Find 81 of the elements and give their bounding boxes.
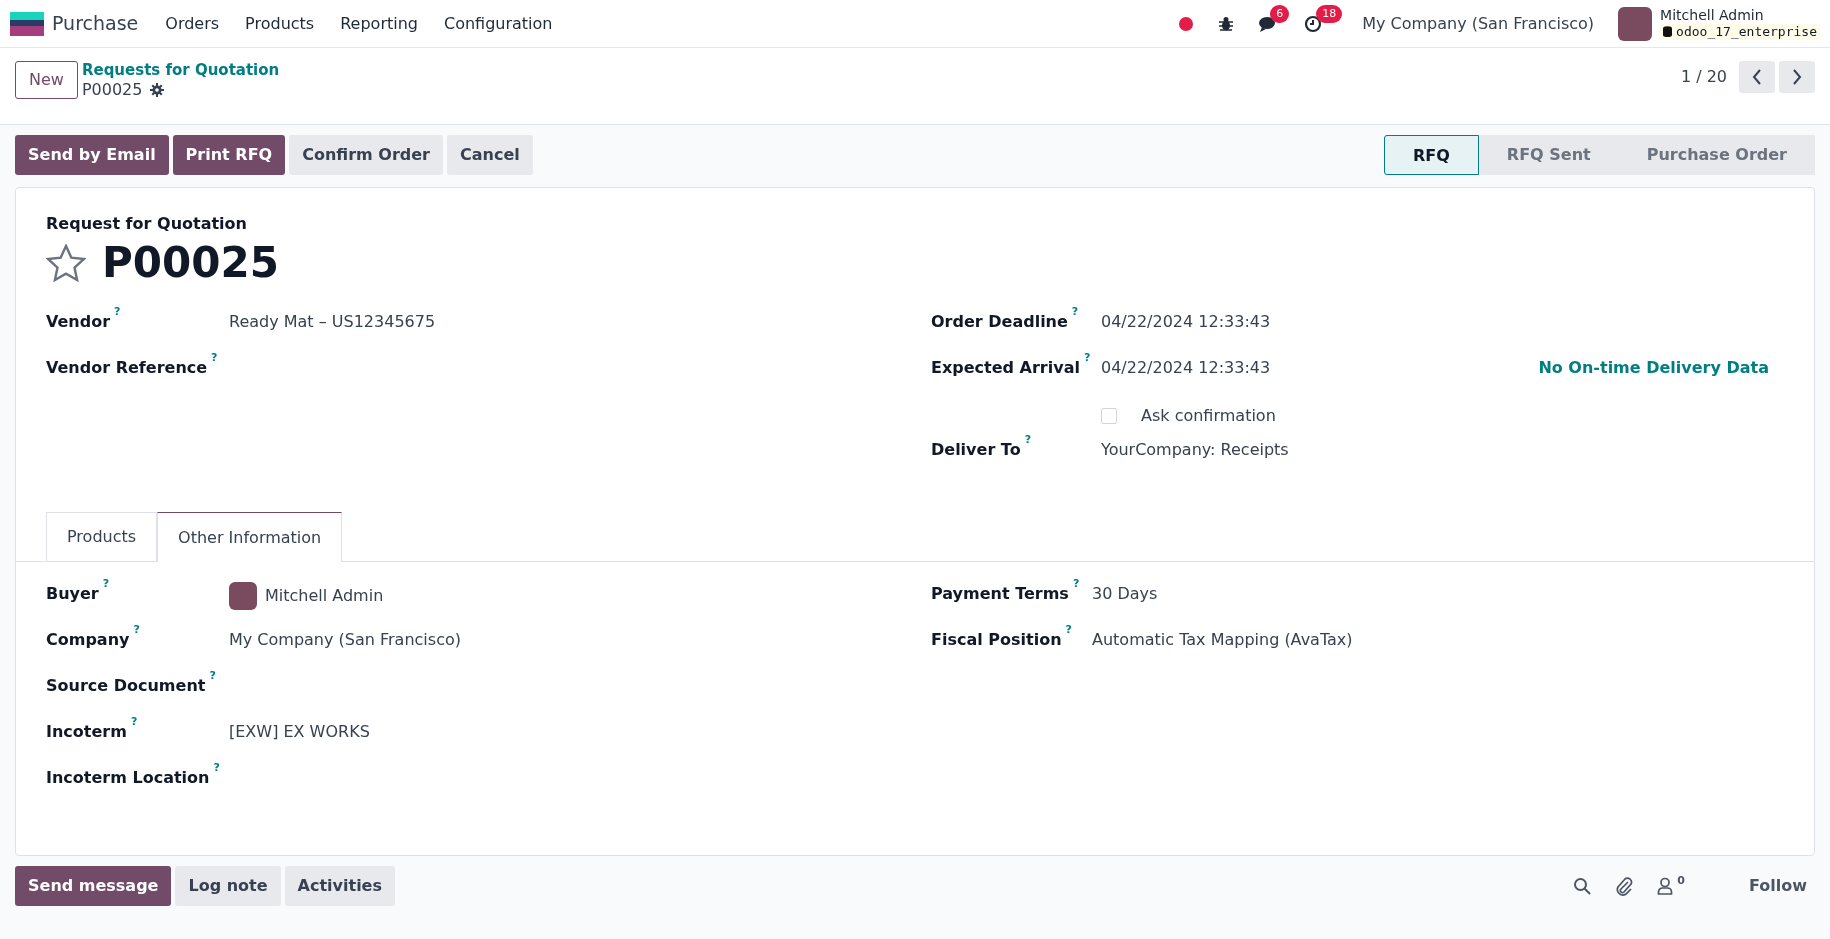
app-name[interactable]: Purchase <box>52 9 139 38</box>
help-tooltip[interactable]: ? <box>209 669 216 683</box>
help-tooltip[interactable]: ? <box>133 623 140 637</box>
field-value[interactable]: Ready Mat – US12345675 <box>229 310 436 334</box>
field-label: Buyer <box>46 584 99 603</box>
field-label: Order Deadline <box>931 312 1068 331</box>
action-button[interactable]: Confirm Order <box>289 135 443 175</box>
field-value[interactable]: YourCompany: Receipts <box>1101 438 1289 462</box>
database-icon <box>1663 26 1673 38</box>
user-name: Mitchell Admin <box>1660 7 1765 25</box>
follow-button[interactable]: Follow <box>1749 874 1807 898</box>
chatter-button[interactable]: Log note <box>175 866 281 906</box>
action-button[interactable]: Send by Email <box>15 135 169 175</box>
star-icon[interactable] <box>46 244 86 282</box>
person-icon <box>1657 877 1674 895</box>
help-tooltip[interactable]: ? <box>1071 305 1079 319</box>
field-label: Deliver To <box>931 440 1021 459</box>
follower-count[interactable]: 0 <box>1677 873 1685 890</box>
database-name: odoo_17_enterprise <box>1660 24 1820 40</box>
field-label: Payment Terms <box>931 584 1069 603</box>
breadcrumb-link[interactable]: Requests for Quotation <box>81 61 280 80</box>
action-button[interactable]: Cancel <box>447 135 533 175</box>
help-tooltip[interactable]: ? <box>102 577 110 591</box>
field-value[interactable]: Mitchell Admin <box>265 584 384 608</box>
field-label: Expected Arrival <box>931 358 1080 377</box>
form-title-label: Request for Quotation <box>46 213 248 235</box>
field-label: Incoterm Location <box>46 768 210 787</box>
checkbox-label: Ask confirmation <box>1141 405 1276 427</box>
tab[interactable]: Products <box>46 512 158 561</box>
status-step[interactable]: RFQ <box>1384 135 1479 175</box>
chevron-left-icon <box>1752 69 1762 86</box>
chatter-button[interactable]: Send message <box>15 866 172 906</box>
help-tooltip[interactable]: ? <box>1024 433 1031 447</box>
chatter-button[interactable]: Activities <box>284 866 395 906</box>
delivery-status-link[interactable]: No On-time Delivery Data <box>1538 356 1769 380</box>
status-step[interactable]: RFQ Sent <box>1478 135 1619 175</box>
field-label: Vendor Reference <box>46 358 208 377</box>
action-button[interactable]: Print RFQ <box>172 135 286 175</box>
help-tooltip[interactable]: ? <box>1072 577 1080 591</box>
status-step[interactable]: Purchase Order <box>1618 135 1815 175</box>
bug-icon <box>1218 15 1235 32</box>
new-button[interactable]: New <box>15 61 78 99</box>
breadcrumb-current: P00025 <box>81 79 143 100</box>
help-tooltip[interactable]: ? <box>130 715 138 729</box>
company-switcher[interactable]: My Company (San Francisco) <box>1362 11 1595 36</box>
clock-icon <box>1304 14 1323 33</box>
field-label: Fiscal Position <box>931 630 1062 649</box>
search-icon[interactable] <box>1573 877 1592 895</box>
field-value[interactable]: 04/22/2024 12:33:43 <box>1101 356 1271 380</box>
help-tooltip[interactable]: ? <box>1083 351 1091 365</box>
help-tooltip[interactable]: ? <box>211 351 218 365</box>
tab[interactable]: Other Information <box>157 512 343 562</box>
app-logo-icon <box>10 11 44 36</box>
help-tooltip[interactable]: ? <box>1065 623 1072 637</box>
field-value[interactable]: My Company (San Francisco) <box>229 628 461 652</box>
paperclip-icon[interactable] <box>1615 876 1634 896</box>
user-avatar[interactable] <box>1618 6 1653 41</box>
menu-item[interactable]: Configuration <box>430 11 566 36</box>
menu-item[interactable]: Products <box>232 11 328 36</box>
settings-icon <box>150 82 165 97</box>
help-tooltip[interactable]: ? <box>213 761 220 775</box>
field-label: Vendor <box>46 312 111 331</box>
menu-item[interactable]: Reporting <box>327 11 431 36</box>
notification-badge: 6 <box>1270 4 1290 23</box>
chevron-right-icon <box>1792 69 1802 86</box>
previous-button[interactable] <box>1739 61 1775 93</box>
field-value[interactable]: [EXW] EX WORKS <box>229 720 370 744</box>
next-button[interactable] <box>1779 61 1815 93</box>
field-value[interactable]: 04/22/2024 12:33:43 <box>1101 310 1271 334</box>
field-label: Incoterm <box>46 722 127 741</box>
field-label: Company <box>46 630 130 649</box>
help-tooltip[interactable]: ? <box>114 305 121 319</box>
pager-value[interactable]: 1 / 20 <box>1680 65 1727 89</box>
checkbox[interactable] <box>1101 408 1117 424</box>
field-label: Source Document <box>46 676 206 695</box>
field-value[interactable]: Automatic Tax Mapping (AvaTax) <box>1092 628 1353 652</box>
record-name: P00025 <box>102 242 279 284</box>
field-value[interactable]: 30 Days <box>1092 582 1158 606</box>
recording-dot-icon <box>1178 15 1195 32</box>
notification-badge: 18 <box>1316 4 1343 23</box>
menu-item[interactable]: Orders <box>152 11 233 36</box>
